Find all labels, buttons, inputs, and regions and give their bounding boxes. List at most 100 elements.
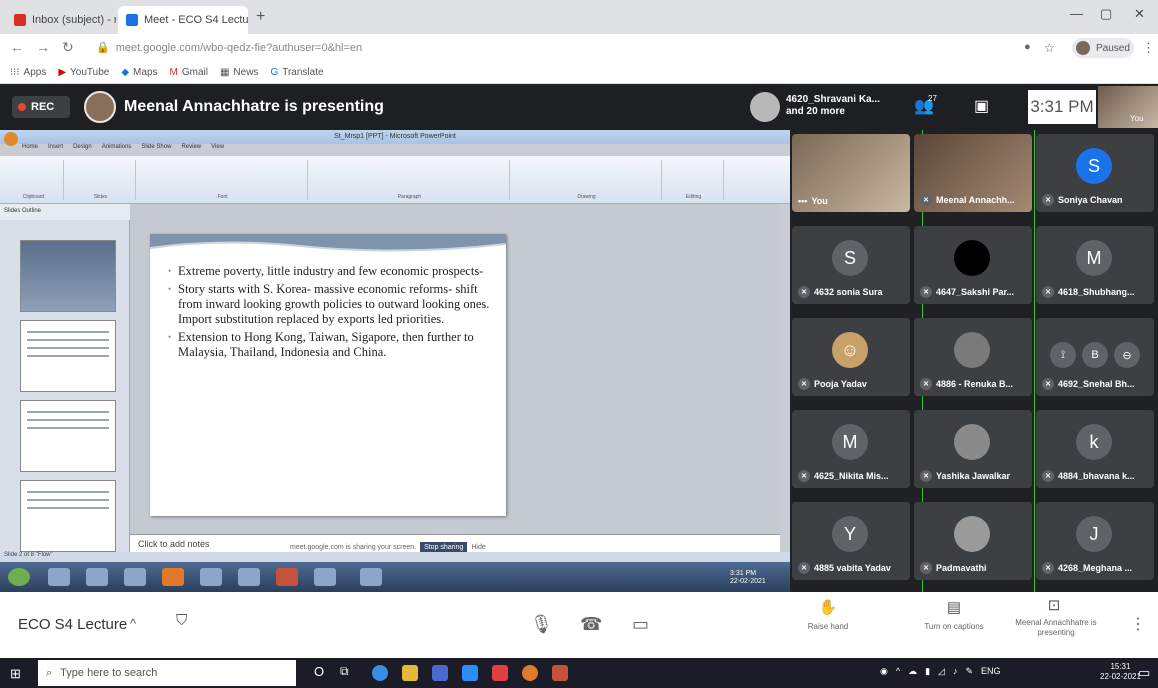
participant-tile[interactable]: M ✕ 4618_Shubhang... xyxy=(1036,226,1154,304)
app-icon[interactable] xyxy=(238,568,260,586)
participant-tile[interactable]: k ✕ 4884_bhavana k... xyxy=(1036,410,1154,488)
outline-tabs[interactable]: Slides Outline xyxy=(0,204,130,220)
tab-animations[interactable]: Animations xyxy=(102,144,132,156)
slide-thumbnail[interactable] xyxy=(20,400,116,472)
cortana-icon[interactable]: O xyxy=(314,664,330,680)
tab-home[interactable]: Home xyxy=(22,144,38,156)
start-orb-icon[interactable] xyxy=(8,568,30,586)
new-tab-button[interactable]: + xyxy=(256,8,265,26)
office-button-icon[interactable] xyxy=(4,132,18,146)
mail-icon[interactable] xyxy=(462,665,478,681)
participant-tile[interactable]: ☺ ✕ Pooja Yadav xyxy=(792,318,910,396)
participant-tile[interactable]: ✕ 4647_Sakshi Par... xyxy=(914,226,1032,304)
participant-tile[interactable]: ✕ Padmavathi xyxy=(914,502,1032,580)
tab-slide-show[interactable]: Slide Show xyxy=(141,144,171,156)
slide-thumbnail[interactable] xyxy=(20,320,116,392)
participant-tile[interactable]: ✕ 4886 - Renuka B... xyxy=(914,318,1032,396)
chrome-icon[interactable] xyxy=(162,568,184,586)
powerpoint-icon[interactable] xyxy=(552,665,568,681)
reload-icon[interactable]: ↻ xyxy=(62,39,74,56)
edge-icon[interactable] xyxy=(372,665,388,681)
participant-tile[interactable]: ••• You xyxy=(792,134,910,212)
url-field[interactable]: 🔒 meet.google.com/wbo-qedz-fie?authuser=0… xyxy=(96,38,996,58)
bookmark-maps[interactable]: ◆ Maps xyxy=(121,67,157,78)
participant-tile[interactable]: M ✕ 4625_Nikita Mis... xyxy=(792,410,910,488)
mic-icon[interactable]: 🎙 xyxy=(530,614,553,635)
powerpoint-icon[interactable] xyxy=(276,568,298,586)
participant-tile[interactable]: Y ✕ 4885 vabita Yadav xyxy=(792,502,910,580)
mute-icon[interactable]: B xyxy=(1082,342,1108,368)
tab-meet[interactable]: Meet - ECO S4 Lecture x xyxy=(118,6,248,34)
task-view-icon[interactable]: ⧉ xyxy=(340,664,356,680)
shield-icon[interactable]: ⛉ xyxy=(176,612,187,629)
presenting-button[interactable]: Meenal Annachhatre is presenting xyxy=(1010,618,1102,638)
app-icon[interactable] xyxy=(492,665,508,681)
minimize-icon[interactable]: — xyxy=(1070,6,1083,21)
chrome-tray-icon[interactable]: ◉ xyxy=(880,666,888,677)
chevron-up-icon[interactable]: ^ xyxy=(896,666,900,677)
bookmark-translate[interactable]: G Translate xyxy=(270,67,323,78)
tab-review[interactable]: Review xyxy=(181,144,201,156)
pin-icon[interactable]: ⟟ xyxy=(1050,342,1076,368)
participant-tile[interactable]: S ✕ 4632 sonia Sura xyxy=(792,226,910,304)
maximize-icon[interactable]: ▢ xyxy=(1100,6,1112,22)
stop-sharing-button[interactable]: Stop sharing xyxy=(420,541,468,553)
taskbar-search-input[interactable]: ⌕ Type here to search xyxy=(38,660,296,686)
participant-tile[interactable]: ✕ Yashika Jawalkar xyxy=(914,410,1032,488)
hang-up-icon[interactable]: ☎ xyxy=(580,614,602,635)
participant-tile[interactable]: ✕ Meenal Annachh... xyxy=(914,134,1032,212)
tab-gmail[interactable]: Inbox (subject) - meenal.sunnent@m x xyxy=(6,6,116,34)
battery-icon[interactable]: ▮ xyxy=(925,666,930,677)
bookmark-news[interactable]: ▦ News xyxy=(220,67,258,78)
tab-design[interactable]: Design xyxy=(73,144,92,156)
hide-button[interactable]: Hide xyxy=(471,544,485,551)
slide-thumbnail[interactable] xyxy=(20,480,116,552)
tab-view[interactable]: View xyxy=(211,144,224,156)
pen-icon[interactable]: ✎ xyxy=(965,666,973,677)
meeting-title[interactable]: ECO S4 Lecture xyxy=(18,616,127,633)
bookmark-apps[interactable]: ⁝⁝⁝ Apps xyxy=(10,67,46,78)
tab-insert[interactable]: Insert xyxy=(48,144,63,156)
self-view[interactable] xyxy=(1098,86,1158,128)
slide-bullet: Extreme poverty, little industry and few… xyxy=(168,264,498,279)
star-icon[interactable]: ☆ xyxy=(1044,41,1055,55)
store-icon[interactable] xyxy=(432,665,448,681)
close-window-icon[interactable]: ✕ xyxy=(1134,6,1145,22)
participant-tile[interactable]: J ✕ 4268_Meghana ... xyxy=(1036,502,1154,580)
bookmark-gmail[interactable]: M Gmail xyxy=(170,67,208,78)
chrome-icon[interactable] xyxy=(522,665,538,681)
bookmark-youtube[interactable]: ▶ YouTube xyxy=(58,67,109,78)
explorer-icon[interactable] xyxy=(86,568,108,586)
network-icon[interactable]: ◿ xyxy=(938,666,945,677)
app-icon[interactable] xyxy=(200,568,222,586)
camera-icon[interactable]: ● xyxy=(1024,41,1031,53)
back-icon[interactable]: ← xyxy=(10,39,24,55)
remove-icon[interactable]: ⊖ xyxy=(1114,342,1140,368)
language-indicator[interactable]: ENG xyxy=(981,666,1001,677)
slide-thumbnail[interactable] xyxy=(20,240,116,312)
chat-icon[interactable]: ▣ xyxy=(974,96,989,116)
raise-hand-button[interactable]: Raise hand xyxy=(790,622,866,632)
more-options-icon[interactable]: ⋮ xyxy=(1130,614,1146,634)
participants-summary[interactable]: 4620_Shravani Ka... and 20 more xyxy=(786,94,880,118)
avatar: k xyxy=(1076,424,1112,460)
notification-icon[interactable]: ▭ xyxy=(1138,665,1150,681)
app-icon[interactable] xyxy=(360,568,382,586)
taskbar-clock[interactable]: 15:31 22-02-2021 xyxy=(1100,662,1141,682)
file-explorer-icon[interactable] xyxy=(402,665,418,681)
captions-button[interactable]: Turn on captions xyxy=(900,622,1008,632)
chevron-up-icon[interactable]: ^ xyxy=(130,616,136,631)
volume-icon[interactable]: ♪ xyxy=(953,666,958,677)
ie-icon[interactable] xyxy=(48,568,70,586)
more-icon[interactable]: ⋮ xyxy=(1142,40,1155,56)
mic-off-icon: ✕ xyxy=(798,470,810,482)
forward-icon[interactable]: → xyxy=(36,39,50,55)
address-bar: ← → ↻ 🔒 meet.google.com/wbo-qedz-fie?auth… xyxy=(0,34,1158,62)
app-icon[interactable] xyxy=(314,568,336,586)
onedrive-icon[interactable]: ☁ xyxy=(908,666,917,677)
camera-icon[interactable]: ▭ xyxy=(632,614,649,635)
participant-tile[interactable]: S ✕ Soniya Chavan xyxy=(1036,134,1154,212)
media-icon[interactable] xyxy=(124,568,146,586)
profile-button[interactable]: Paused xyxy=(1072,38,1134,58)
windows-start-icon[interactable]: ⊞ xyxy=(10,666,21,682)
